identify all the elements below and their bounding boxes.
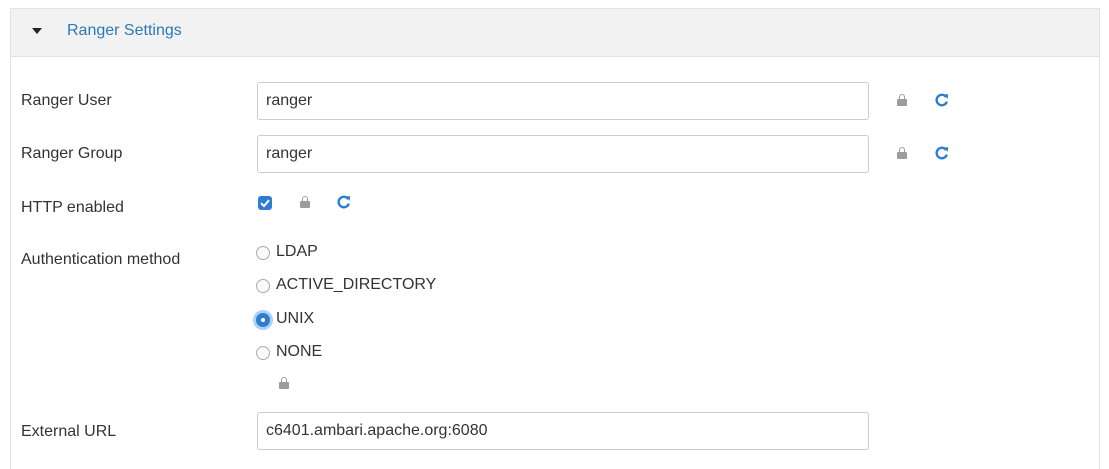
ranger-group-label: Ranger Group <box>21 145 123 162</box>
authentication-method-label: Authentication method <box>21 251 181 268</box>
radio-label-active-directory: ACTIVE_DIRECTORY <box>276 276 437 293</box>
refresh-icon[interactable] <box>934 145 950 161</box>
external-url-input[interactable] <box>257 412 869 450</box>
checkmark-icon <box>260 199 270 208</box>
http-enabled-checkbox[interactable] <box>258 196 272 210</box>
ranger-group-input[interactable] <box>257 135 869 173</box>
refresh-icon[interactable] <box>336 194 352 210</box>
lock-icon <box>897 147 907 159</box>
radio-ldap[interactable] <box>256 246 270 260</box>
refresh-icon[interactable] <box>934 92 950 108</box>
radio-label-ldap: LDAP <box>276 243 318 260</box>
lock-icon <box>279 377 289 389</box>
caret-down-icon[interactable] <box>32 28 42 34</box>
radio-none[interactable] <box>256 346 270 360</box>
lock-icon <box>897 94 907 106</box>
http-enabled-label: HTTP enabled <box>21 199 124 216</box>
radio-unix[interactable] <box>256 313 270 327</box>
panel-header[interactable]: Ranger Settings <box>11 9 1099 57</box>
external-url-label: External URL <box>21 423 117 440</box>
panel-title[interactable]: Ranger Settings <box>67 22 182 40</box>
radio-label-unix: UNIX <box>276 310 315 327</box>
ranger-settings-panel: Ranger Settings <box>10 8 1100 469</box>
radio-label-none: NONE <box>276 343 323 360</box>
lock-icon <box>300 196 310 208</box>
radio-active-directory[interactable] <box>256 279 270 293</box>
ranger-user-label: Ranger User <box>21 92 112 109</box>
ranger-user-input[interactable] <box>257 82 869 120</box>
